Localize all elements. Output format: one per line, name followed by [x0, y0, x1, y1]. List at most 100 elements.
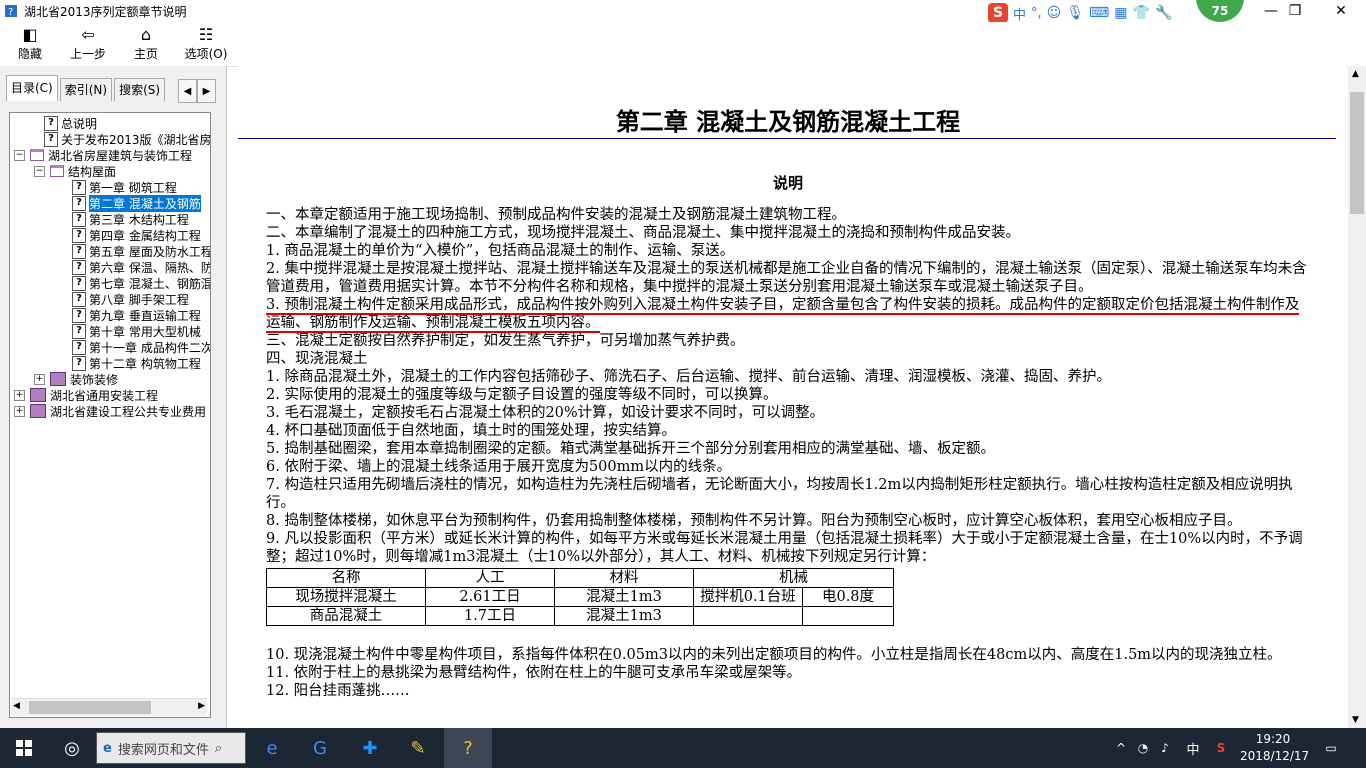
back-button[interactable]: ⇦ 上一步 [58, 24, 118, 66]
tree-item-label: 第十二章 构筑物工程 [89, 356, 201, 371]
close-button[interactable]: ✕ [1318, 0, 1364, 22]
paragraph: 1. 商品混凝土的单价为“入模价”，包括商品混凝土的制作、运输、泵送。 [266, 243, 735, 259]
restore-button[interactable]: ❐ [1272, 0, 1318, 22]
tree-item-label: 湖北省通用安装工程 [50, 388, 159, 403]
cortana-icon[interactable]: ◎ [48, 728, 96, 768]
keyboard-icon[interactable]: ⌨ [1089, 5, 1109, 21]
hide-button[interactable]: ◧ 隐藏 [0, 24, 60, 66]
ime-punct[interactable]: °, [1031, 6, 1042, 21]
paragraph: 11. 依附于柱上的悬挑梁为悬臂结构件，依附在柱上的牛腿可支承吊车梁或屋架等。 [266, 665, 802, 681]
expand-icon[interactable]: + [14, 389, 25, 401]
taskbar-search[interactable]: e 搜索网页和文件 ⌕ [96, 732, 246, 764]
tree-item[interactable]: ? 第七章 混凝土、钢筋混 [72, 275, 210, 291]
scroll-left-icon[interactable]: ◀ [13, 701, 20, 711]
options-button[interactable]: ☷ 选项(O) [176, 24, 236, 66]
app-plus-icon[interactable]: ✚ [346, 728, 394, 768]
sogou-ime-icon[interactable]: S [988, 3, 1008, 23]
toolbar: ◧ 隐藏 ⇦ 上一步 ⌂ 主页 ☷ 选项(O) [0, 22, 1366, 67]
clock-time: 19:20 [1255, 732, 1291, 746]
tree-item[interactable]: ? 第十二章 构筑物工程 [72, 355, 201, 371]
ime-toolbar[interactable]: S 中 °, ☺ 🎙 ⌨ ▦ 👕 🔧 [988, 2, 1198, 24]
help-page-icon: ? [72, 227, 86, 243]
tree-item[interactable]: ? 第六章 保温、隔热、防 [72, 259, 210, 275]
tab-search[interactable]: 搜索(S) [114, 78, 166, 101]
notes-app-icon[interactable]: ✎ [394, 728, 442, 768]
scroll-right-icon[interactable]: ▶ [198, 701, 205, 711]
content-pane: 第二章 混凝土及钢筋混凝土工程 说明 一、本章定额适用于施工现场捣制、预制成品构… [238, 66, 1346, 728]
help-page-icon: ? [44, 131, 58, 147]
wrench-icon[interactable]: 🔧 [1155, 5, 1172, 21]
ime-indicator[interactable]: 中 [1182, 728, 1204, 768]
collapse-icon[interactable]: − [34, 165, 45, 177]
browser-g-icon[interactable]: G [296, 728, 344, 768]
tree-item[interactable]: ? 第十一章 成品构件二次 [72, 339, 210, 355]
window-title: 湖北省2013序列定额章节说明 [24, 5, 187, 19]
grid-icon[interactable]: ▦ [1114, 5, 1127, 21]
tree-item[interactable]: ? 第八章 脚手架工程 [72, 291, 189, 307]
sogou-tray-icon[interactable]: S [1210, 728, 1232, 768]
tab-contents[interactable]: 目录(C) [6, 75, 58, 101]
tree-item[interactable]: ? 第十章 常用大型机械 [72, 323, 201, 339]
tree-item[interactable]: ? 第一章 砌筑工程 [72, 179, 177, 195]
tree-item[interactable]: − 湖北省房屋建筑与装饰工程 [14, 147, 192, 163]
tree-item[interactable]: + 湖北省通用安装工程 [14, 387, 158, 403]
tree-item[interactable]: + 湖北省建设工程公共专业费用 [14, 403, 206, 419]
clock-date: 2018/12/17 [1240, 749, 1310, 763]
content-vertical-scrollbar[interactable]: ▲ ▼ [1348, 66, 1366, 728]
tree-item-label: 第三章 木结构工程 [89, 212, 189, 227]
shirt-icon[interactable]: 👕 [1133, 5, 1150, 21]
paragraph: 7. 构造柱只适用先砌墙后浇柱的情况，如构造柱为先浇柱后砌墙者，无论断面大小，均… [266, 477, 1293, 511]
tree-item-label: 结构屋面 [68, 164, 117, 179]
mix-table: 名称 人工 材料 机械 现场搅拌混凝土 2.61工日 混凝土1m3 搅拌机0.1… [266, 568, 894, 626]
tree-item[interactable]: ? 第二章 混凝土及钢筋 [72, 194, 201, 212]
scroll-up-icon[interactable]: ▲ [1352, 69, 1359, 79]
tree-item[interactable]: ? 第五章 屋面及防水工程 [72, 243, 210, 259]
tree-item[interactable]: + 装饰装修 [34, 371, 118, 387]
tree-item-label: 第十章 常用大型机械 [89, 324, 201, 339]
tree-item[interactable]: ? 总说明 [44, 115, 97, 131]
tree-item-label: 第四章 金属结构工程 [89, 228, 201, 243]
back-label: 上一步 [69, 47, 106, 61]
tree-item-label: 湖北省房屋建筑与装饰工程 [48, 148, 193, 163]
svg-text:?: ? [8, 7, 13, 18]
hide-pane-icon: ◧ [22, 25, 38, 44]
tab-scroll-right-icon[interactable]: ▶ [197, 79, 216, 103]
clock[interactable]: 19:20 2018/12/17 [1240, 731, 1310, 765]
scroll-down-icon[interactable]: ▼ [1352, 715, 1359, 725]
tab-scroll-left-icon[interactable]: ◀ [178, 79, 197, 103]
table-header-row: 名称 人工 材料 机械 [266, 568, 894, 588]
tree-item[interactable]: ? 第三章 木结构工程 [72, 211, 189, 227]
tree-item[interactable]: ? 第九章 垂直运输工程 [72, 307, 201, 323]
paragraph: 2. 集中搅拌混凝土是按混凝土搅拌站、混凝土搅拌输送车及混凝土的泵送机械都是施工… [266, 261, 1307, 295]
book-icon [30, 404, 46, 418]
home-button[interactable]: ⌂ 主页 [116, 24, 176, 66]
windows-start-icon[interactable] [0, 728, 48, 768]
help-viewer-task-icon[interactable]: ? [444, 728, 492, 768]
scroll-thumb[interactable] [29, 701, 151, 714]
contents-tree[interactable]: ? 总说明? 关于发布2013版《湖北省房屋 − 湖北省房屋建筑与装饰工程 − 结构屋面? 第… [9, 112, 211, 718]
network-icon[interactable]: ◔ [1134, 728, 1152, 768]
paragraph: 1. 除商品混凝土外，混凝土的工作内容包括筛砂子、筛洗石子、后台运输、搅拌、前台… [266, 369, 1111, 385]
tray-expand-icon[interactable]: ^ [1112, 728, 1130, 768]
help-page-icon: ? [72, 355, 86, 371]
scroll-thumb[interactable] [1350, 92, 1364, 214]
expand-icon[interactable]: + [34, 373, 45, 385]
tab-index[interactable]: 索引(N) [59, 78, 113, 101]
tree-item[interactable]: − 结构屋面 [34, 163, 116, 179]
edge-browser-icon[interactable]: e [248, 728, 296, 768]
mic-icon[interactable]: 🎙 [1066, 5, 1084, 21]
emoji-icon[interactable]: ☺ [1047, 5, 1062, 21]
table-cell: 2.61工日 [425, 587, 555, 607]
options-label: 选项(O) [184, 47, 228, 61]
tree-item[interactable]: ? 第四章 金属结构工程 [72, 227, 201, 243]
volume-icon[interactable]: ♪ [1156, 728, 1174, 768]
tree-horizontal-scrollbar[interactable]: ◀ ▶ [11, 698, 207, 716]
tree-item[interactable]: ? 关于发布2013版《湖北省房屋 [44, 131, 211, 147]
tree-item-label: 关于发布2013版《湖北省房屋 [61, 132, 211, 147]
collapse-icon[interactable]: − [14, 149, 25, 161]
ime-mode[interactable]: 中 [1013, 4, 1026, 23]
notifications-icon[interactable]: ▭ [1316, 728, 1346, 768]
expand-icon[interactable]: + [14, 405, 25, 417]
section-title: 说明 [772, 174, 803, 192]
paragraph: 4. 杯口基础顶面低于自然地面，填土时的围笼处理，按实结算。 [266, 423, 676, 439]
